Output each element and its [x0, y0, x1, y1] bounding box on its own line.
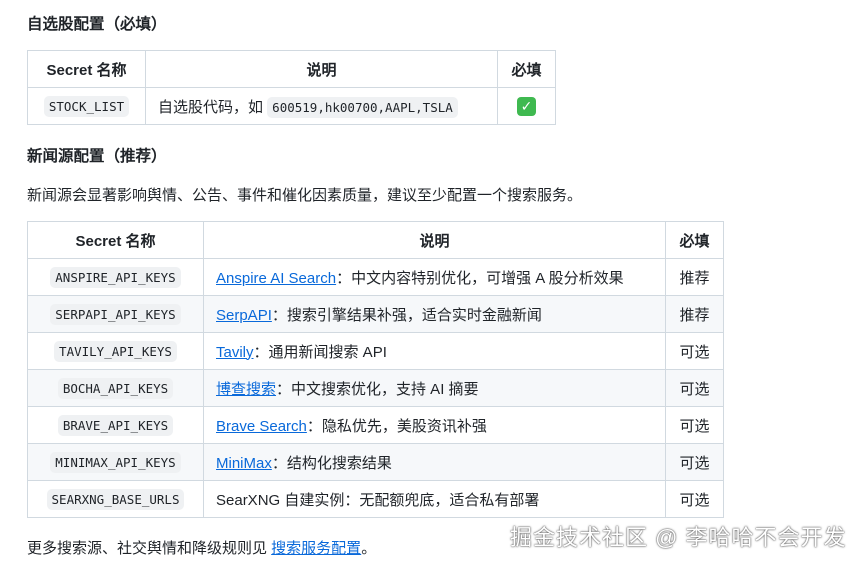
news-config-table: Secret 名称 说明 必填 ANSPIRE_API_KEYS Anspire A…: [27, 221, 724, 518]
table-row: SEARXNG_BASE_URLS SearXNG 自建实例：无配额兜底，适合私…: [27, 480, 724, 518]
col-header-required: 必填: [665, 221, 724, 259]
provider-link[interactable]: Anspire AI Search: [216, 270, 336, 287]
secret-desc: 博查搜索：中文搜索优化，支持 AI 摘要: [203, 369, 666, 407]
required-cell: 可选: [665, 443, 724, 481]
secret-name: SEARXNG_BASE_URLS: [27, 480, 204, 518]
secret-name: BOCHA_API_KEYS: [27, 369, 204, 407]
watermark: 掘金技术社区 @ 李哈哈不会开发: [510, 525, 847, 550]
footer-text: 更多搜索源、社交舆情和降级规则见 搜索服务配置。: [27, 540, 377, 557]
secret-name: ANSPIRE_API_KEYS: [27, 258, 204, 296]
required-cell: 可选: [665, 369, 724, 407]
stock-config-table: Secret 名称 说明 必填 STOCK_LIST 自选股代码，如 600519,…: [27, 50, 556, 125]
section-title-news: 新闻源配置（推荐）: [27, 148, 167, 165]
secret-desc: Brave Search：隐私优先，美股资讯补强: [203, 406, 666, 444]
required-cell: ✓: [497, 87, 556, 125]
col-header-desc: 说明: [145, 50, 498, 88]
secret-name: MINIMAX_API_KEYS: [27, 443, 204, 481]
table-row: ANSPIRE_API_KEYS Anspire AI Search：中文内容特…: [27, 258, 724, 296]
secret-desc: SerpAPI：搜索引擎结果补强，适合实时金融新闻: [203, 295, 666, 333]
news-intro: 新闻源会显著影响舆情、公告、事件和催化因素质量，建议至少配置一个搜索服务。: [27, 187, 583, 204]
required-cell: 推荐: [665, 258, 724, 296]
secret-desc: Tavily：通用新闻搜索 API: [203, 332, 666, 370]
table-row: MINIMAX_API_KEYS MiniMax：结构化搜索结果 可选: [27, 443, 724, 481]
secret-desc: SearXNG 自建实例：无配额兜底，适合私有部署: [203, 480, 666, 518]
required-cell: 可选: [665, 332, 724, 370]
col-header-required: 必填: [497, 50, 556, 88]
check-icon: ✓: [517, 96, 536, 116]
required-cell: 推荐: [665, 295, 724, 333]
secret-desc: Anspire AI Search：中文内容特别优化，可增强 A 股分析效果: [203, 258, 666, 296]
secret-name: TAVILY_API_KEYS: [27, 332, 204, 370]
table-row: TAVILY_API_KEYS Tavily：通用新闻搜索 API 可选: [27, 332, 724, 370]
secret-name: SERPAPI_API_KEYS: [27, 295, 204, 333]
col-header-desc: 说明: [203, 221, 666, 259]
search-config-link[interactable]: 搜索服务配置: [271, 540, 361, 557]
table-row: SERPAPI_API_KEYS SerpAPI：搜索引擎结果补强，适合实时金融…: [27, 295, 724, 333]
secret-name: STOCK_LIST: [27, 87, 146, 125]
secret-desc: 自选股代码，如 600519,hk00700,AAPL,TSLA: [145, 87, 498, 125]
secret-name: BRAVE_API_KEYS: [27, 406, 204, 444]
table-row: BOCHA_API_KEYS 博查搜索：中文搜索优化，支持 AI 摘要 可选: [27, 369, 724, 407]
provider-link[interactable]: MiniMax: [216, 455, 272, 472]
section-title-stock: 自选股配置（必填）: [27, 16, 167, 33]
table-row: BRAVE_API_KEYS Brave Search：隐私优先，美股资讯补强 …: [27, 406, 724, 444]
provider-link[interactable]: SerpAPI: [216, 307, 272, 324]
provider-link[interactable]: 博查搜索: [216, 381, 276, 398]
secret-desc: MiniMax：结构化搜索结果: [203, 443, 666, 481]
provider-link[interactable]: Tavily: [216, 344, 254, 361]
provider-link[interactable]: Brave Search: [216, 418, 307, 435]
required-cell: 可选: [665, 480, 724, 518]
col-header-name: Secret 名称: [27, 50, 146, 88]
col-header-name: Secret 名称: [27, 221, 204, 259]
required-cell: 可选: [665, 406, 724, 444]
